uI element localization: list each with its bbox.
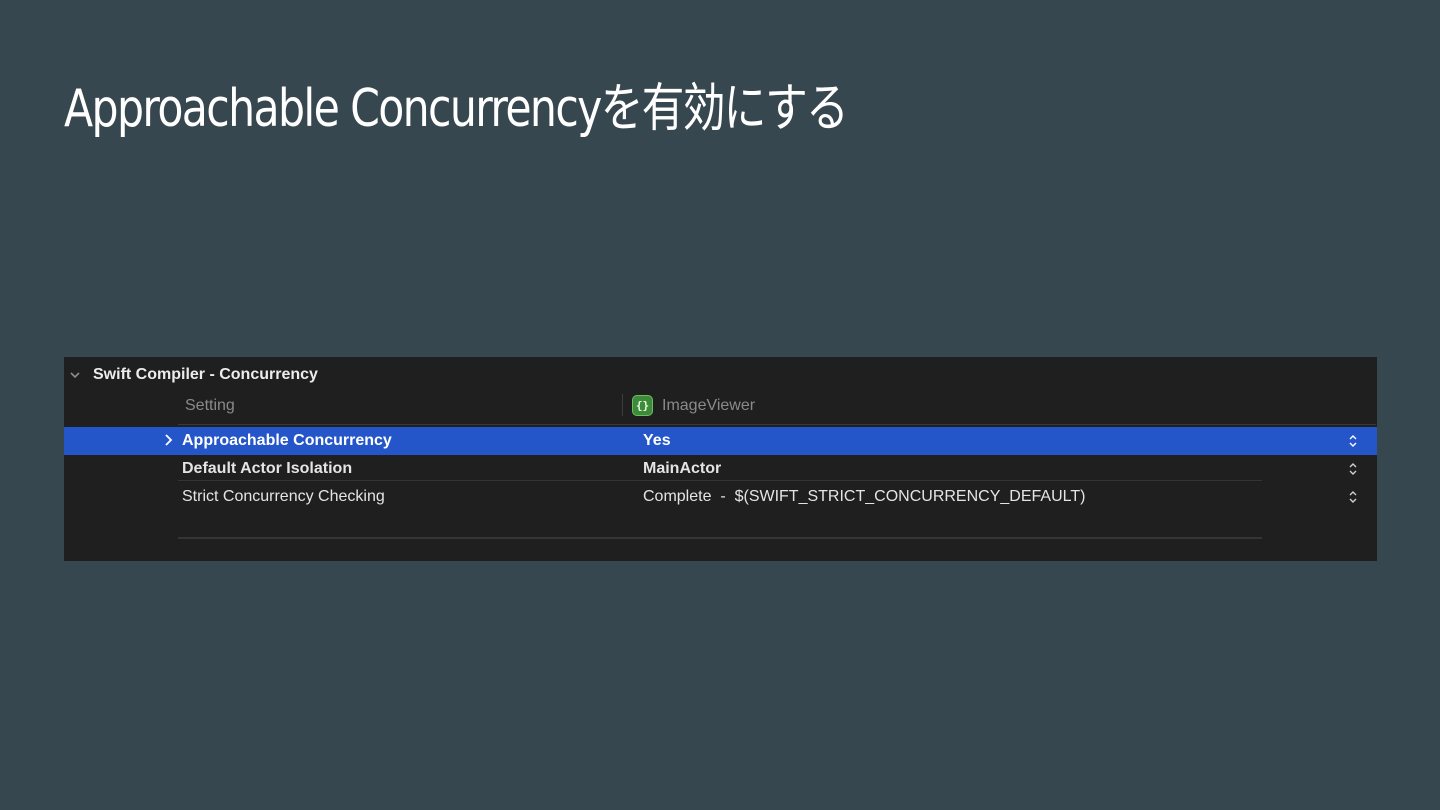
column-header: Setting {} ImageViewer bbox=[64, 393, 1377, 425]
setting-row-approachable-concurrency[interactable]: Approachable Concurrency Yes bbox=[64, 427, 1377, 455]
section-title: Swift Compiler - Concurrency bbox=[93, 366, 318, 383]
setting-row-strict-concurrency-checking[interactable]: Strict Concurrency Checking Complete - $… bbox=[64, 483, 1377, 511]
slide-title: Approachable Concurrencyを有効にする bbox=[64, 79, 849, 139]
popup-stepper-icon[interactable] bbox=[1348, 489, 1358, 505]
header-divider bbox=[178, 424, 1376, 425]
setting-value[interactable]: Complete - $(SWIFT_STRICT_CONCURRENCY_DE… bbox=[643, 488, 1085, 506]
setting-value[interactable]: MainActor bbox=[643, 460, 721, 478]
popup-stepper-icon[interactable] bbox=[1348, 461, 1358, 477]
table-bottom-divider bbox=[178, 537, 1262, 539]
chevron-right-icon[interactable] bbox=[162, 432, 176, 448]
build-settings-panel: Swift Compiler - Concurrency Setting {} … bbox=[64, 357, 1377, 561]
setting-column-label[interactable]: Setting bbox=[185, 397, 235, 415]
setting-value[interactable]: Yes bbox=[643, 432, 671, 450]
popup-stepper-icon[interactable] bbox=[1348, 433, 1358, 449]
chevron-down-icon[interactable] bbox=[69, 369, 81, 381]
column-divider bbox=[622, 394, 623, 416]
setting-name: Approachable Concurrency bbox=[182, 432, 392, 449]
setting-name: Strict Concurrency Checking bbox=[182, 488, 385, 505]
swift-target-icon: {} bbox=[632, 395, 653, 416]
setting-row-default-actor-isolation[interactable]: Default Actor Isolation MainActor bbox=[64, 455, 1377, 483]
setting-name: Default Actor Isolation bbox=[182, 460, 353, 477]
section-header[interactable]: Swift Compiler - Concurrency bbox=[64, 357, 1377, 393]
row-divider bbox=[178, 480, 1262, 481]
target-column-label[interactable]: ImageViewer bbox=[662, 397, 755, 415]
